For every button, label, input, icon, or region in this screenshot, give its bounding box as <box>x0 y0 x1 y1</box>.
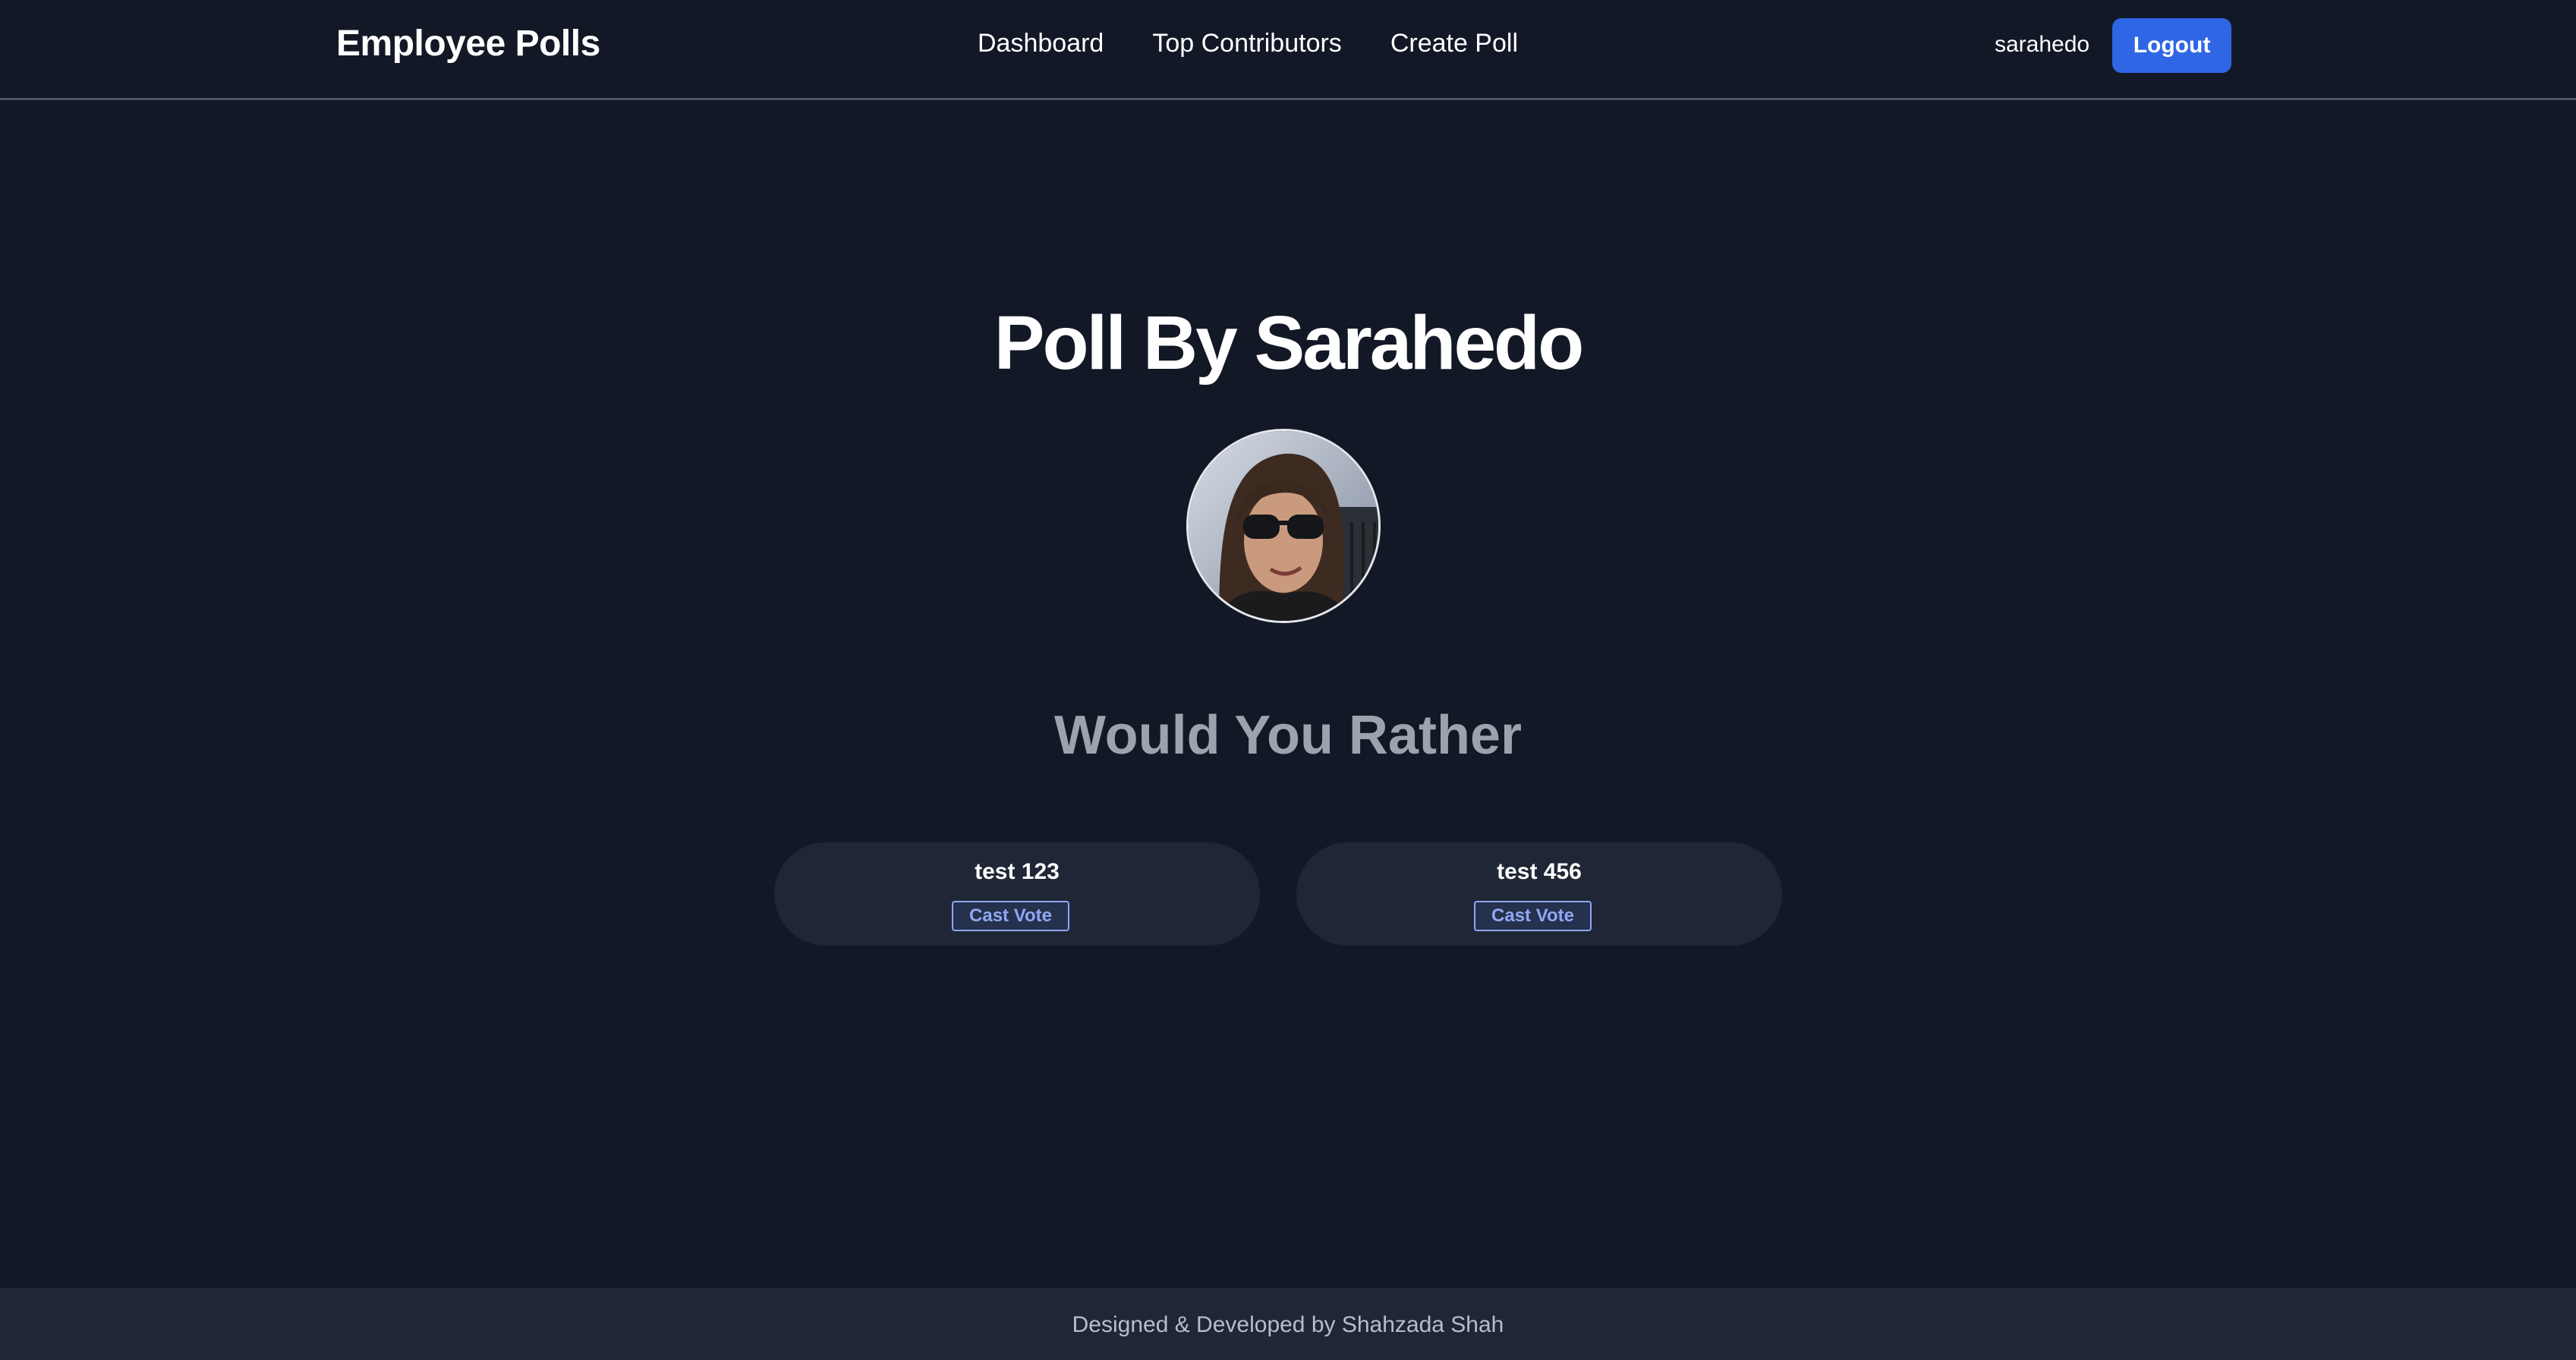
nav-dashboard[interactable]: Dashboard <box>978 29 1104 58</box>
option-one-text: test 123 <box>975 859 1060 884</box>
option-card-one: test 123 Cast Vote <box>774 842 1260 946</box>
logout-button[interactable]: Logout <box>2112 18 2231 73</box>
app-brand[interactable]: Employee Polls <box>336 23 600 65</box>
cast-vote-option-one-button[interactable]: Cast Vote <box>952 901 1069 931</box>
nav-top-contributors[interactable]: Top Contributors <box>1152 29 1341 58</box>
cast-vote-option-two-button[interactable]: Cast Vote <box>1474 901 1592 931</box>
footer-credit: Designed & Developed by Shahzada Shah <box>1072 1312 1504 1337</box>
option-two-text: test 456 <box>1497 859 1582 884</box>
current-username: sarahedo <box>1995 32 2090 57</box>
option-card-two: test 456 Cast Vote <box>1296 842 1782 946</box>
nav-create-poll[interactable]: Create Poll <box>1390 29 1518 58</box>
main-nav: Dashboard Top Contributors Create Poll <box>978 29 1567 58</box>
page-footer: Designed & Developed by Shahzada Shah <box>0 1288 2576 1360</box>
poll-question: Would You Rather <box>1053 705 1522 766</box>
top-navbar: Employee Polls Dashboard Top Contributor… <box>0 0 2576 100</box>
page-title: Poll By Sarahedo <box>994 301 1584 386</box>
avatar-photo <box>1189 431 1378 621</box>
author-avatar <box>1186 429 1381 623</box>
